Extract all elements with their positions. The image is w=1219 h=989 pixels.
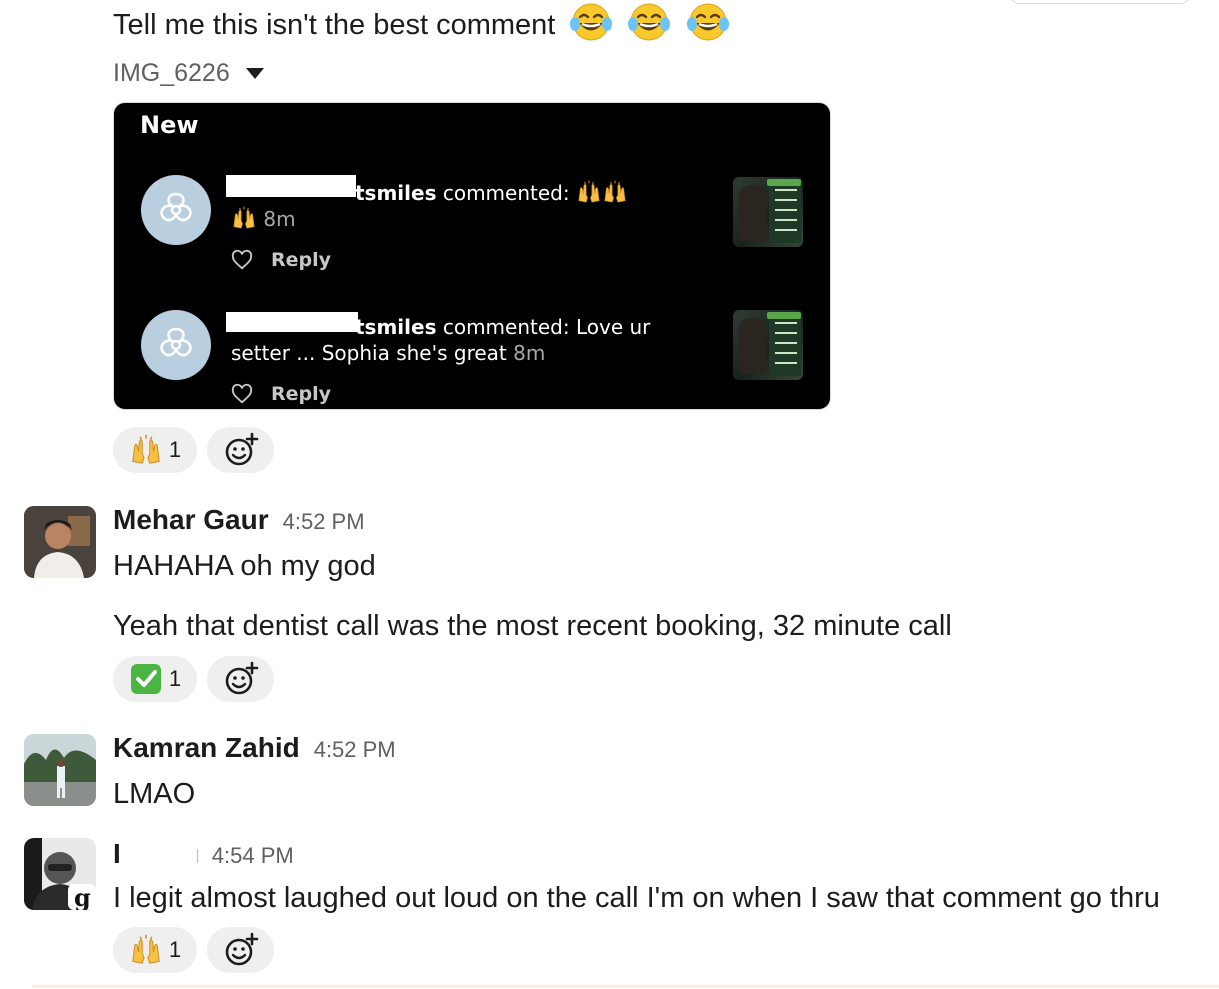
ig-comment-time: 8m: [263, 207, 296, 231]
person-avatar-icon: g: [24, 838, 96, 910]
avatar[interactable]: [24, 506, 96, 578]
raised-hands-icon: [602, 179, 628, 205]
message-timestamp[interactable]: 4:52 PM: [314, 737, 396, 763]
redaction-area: [135, 849, 198, 863]
ig-heading: New: [140, 111, 199, 139]
divider: [32, 985, 1219, 988]
message-header: Kamran Zahid 4:52 PM: [113, 732, 396, 764]
joy-icon: [569, 2, 613, 42]
message-header: I 4:54 PM: [113, 838, 294, 870]
message-text: Yeah that dentist call was the most rece…: [113, 610, 952, 642]
ig-comment-line: 8m: [231, 205, 296, 233]
ig-reply-row: Reply: [231, 249, 331, 271]
ig-reply-label: Reply: [271, 383, 332, 405]
person-avatar-icon: [24, 734, 96, 806]
attachment-file-row[interactable]: IMG_6226: [113, 58, 264, 88]
ig-username: tsmiles: [355, 181, 437, 205]
add-reaction-icon: [223, 661, 259, 697]
add-reaction-icon: [223, 432, 259, 468]
intro-message: Tell me this isn't the best comment: [113, 2, 730, 43]
avatar[interactable]: g: [24, 838, 96, 910]
chevron-down-icon[interactable]: [245, 67, 264, 79]
ig-reply-label: Reply: [271, 249, 332, 271]
sender-name[interactable]: I: [113, 838, 121, 870]
ig-comment-time: 8m: [513, 341, 546, 365]
intro-message-text: Tell me this isn't the best comment: [113, 9, 556, 41]
raised-hands-icon: [129, 933, 163, 967]
sender-name[interactable]: Mehar Gaur: [113, 504, 269, 536]
reaction-count: 1: [168, 437, 182, 462]
add-reaction-button[interactable]: [207, 427, 274, 473]
add-reaction-button[interactable]: [207, 927, 274, 973]
message-timestamp[interactable]: 4:54 PM: [212, 843, 294, 869]
reaction-raised-hands[interactable]: 1: [113, 927, 197, 973]
ig-post-thumbnail: [733, 177, 803, 247]
heart-icon: [231, 249, 253, 271]
message-timestamp[interactable]: 4:52 PM: [283, 509, 365, 535]
add-reaction-icon: [223, 932, 259, 968]
reaction-count: 1: [168, 937, 182, 962]
ig-comment-text: setter ... Sophia she's great: [231, 341, 507, 365]
slack-thread: Tell me this isn't the best comment IMG_…: [0, 0, 1219, 989]
ig-comment-text: Love ur: [575, 315, 651, 339]
raised-hands-icon: [129, 433, 163, 467]
ig-reply-row: Reply: [231, 383, 331, 405]
ig-avatar: [141, 175, 211, 245]
raised-hands-icon: [576, 179, 602, 205]
message-header: Mehar Gaur 4:52 PM: [113, 504, 365, 536]
top-pill-button[interactable]: [1010, 0, 1190, 4]
message-text: I legit almost laughed out loud on the c…: [113, 882, 1160, 914]
attachment-image[interactable]: New tsmiles commented: 8m Reply tsmiles …: [113, 102, 831, 410]
ig-avatar: [141, 310, 211, 380]
reaction-bar: 1: [113, 427, 274, 473]
message-text: HAHAHA oh my god: [113, 550, 376, 582]
reaction-bar: 1: [113, 656, 274, 702]
raised-hands-icon: [231, 205, 257, 231]
add-reaction-button[interactable]: [207, 656, 274, 702]
svg-text:g: g: [74, 883, 91, 910]
joy-icon: [686, 2, 730, 42]
ig-comment-line: setter ... Sophia she's great 8m: [231, 339, 545, 367]
ig-comment-verb: commented:: [442, 181, 570, 205]
ig-post-thumbnail: [733, 310, 803, 380]
reaction-check-mark[interactable]: 1: [113, 656, 197, 702]
reaction-bar: 1: [113, 927, 274, 973]
person-avatar-icon: [24, 506, 96, 578]
threads-logo-icon: [156, 325, 196, 365]
attachment-file-name: IMG_6226: [113, 58, 230, 87]
reaction-count: 1: [168, 666, 182, 691]
ig-comment-verb: commented:: [442, 315, 570, 339]
heart-icon: [231, 383, 253, 405]
threads-logo-icon: [156, 190, 196, 230]
ig-comment-line: tsmiles commented: Love ur: [231, 313, 650, 341]
ig-username: tsmiles: [355, 315, 437, 339]
avatar[interactable]: [24, 734, 96, 806]
white-check-mark-icon: [129, 662, 163, 696]
sender-name[interactable]: Kamran Zahid: [113, 732, 300, 764]
ig-comment-line: tsmiles commented:: [231, 179, 628, 207]
reaction-raised-hands[interactable]: 1: [113, 427, 197, 473]
joy-icon: [627, 2, 671, 42]
message-text: LMAO: [113, 778, 196, 810]
